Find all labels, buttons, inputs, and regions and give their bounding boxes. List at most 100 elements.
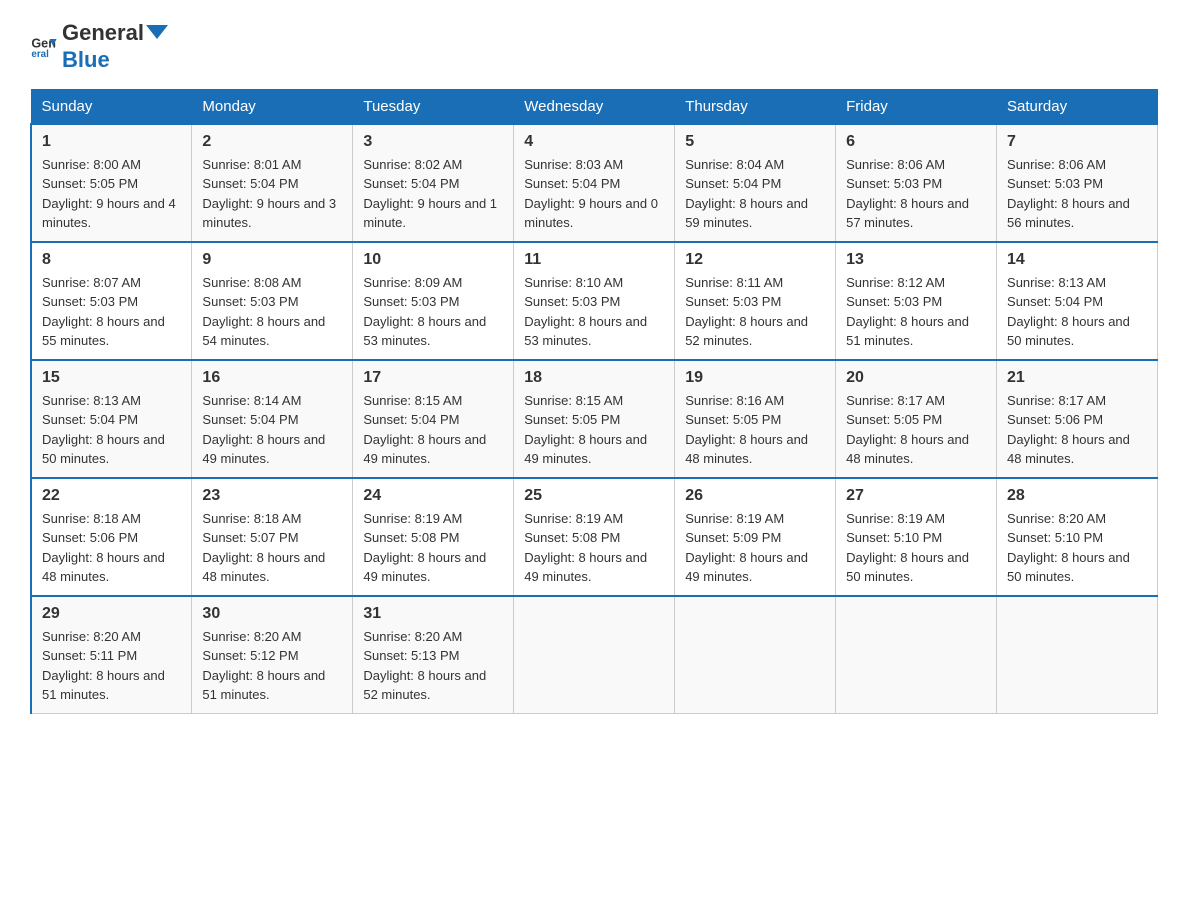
- day-number: 1: [42, 133, 181, 151]
- day-number: 7: [1007, 133, 1147, 151]
- header-wednesday: Wednesday: [514, 89, 675, 124]
- day-detail: Sunrise: 8:20 AM Sunset: 5:12 PM Dayligh…: [202, 627, 342, 705]
- calendar-header-row: SundayMondayTuesdayWednesdayThursdayFrid…: [31, 89, 1158, 124]
- calendar-cell: 13 Sunrise: 8:12 AM Sunset: 5:03 PM Dayl…: [836, 242, 997, 360]
- day-number: 3: [363, 133, 503, 151]
- day-detail: Sunrise: 8:09 AM Sunset: 5:03 PM Dayligh…: [363, 273, 503, 351]
- calendar-cell: 26 Sunrise: 8:19 AM Sunset: 5:09 PM Dayl…: [675, 478, 836, 596]
- calendar-cell: 9 Sunrise: 8:08 AM Sunset: 5:03 PM Dayli…: [192, 242, 353, 360]
- day-detail: Sunrise: 8:07 AM Sunset: 5:03 PM Dayligh…: [42, 273, 181, 351]
- day-detail: Sunrise: 8:01 AM Sunset: 5:04 PM Dayligh…: [202, 155, 342, 233]
- day-number: 15: [42, 369, 181, 387]
- calendar-cell: 29 Sunrise: 8:20 AM Sunset: 5:11 PM Dayl…: [31, 596, 192, 714]
- calendar-cell: 19 Sunrise: 8:16 AM Sunset: 5:05 PM Dayl…: [675, 360, 836, 478]
- calendar-cell: 23 Sunrise: 8:18 AM Sunset: 5:07 PM Dayl…: [192, 478, 353, 596]
- day-detail: Sunrise: 8:11 AM Sunset: 5:03 PM Dayligh…: [685, 273, 825, 351]
- day-number: 2: [202, 133, 342, 151]
- calendar-cell: 7 Sunrise: 8:06 AM Sunset: 5:03 PM Dayli…: [997, 124, 1158, 242]
- day-detail: Sunrise: 8:16 AM Sunset: 5:05 PM Dayligh…: [685, 391, 825, 469]
- day-detail: Sunrise: 8:20 AM Sunset: 5:10 PM Dayligh…: [1007, 509, 1147, 587]
- day-number: 27: [846, 487, 986, 505]
- calendar-cell: 5 Sunrise: 8:04 AM Sunset: 5:04 PM Dayli…: [675, 124, 836, 242]
- calendar-cell: 4 Sunrise: 8:03 AM Sunset: 5:04 PM Dayli…: [514, 124, 675, 242]
- calendar-cell: 18 Sunrise: 8:15 AM Sunset: 5:05 PM Dayl…: [514, 360, 675, 478]
- calendar-cell: 1 Sunrise: 8:00 AM Sunset: 5:05 PM Dayli…: [31, 124, 192, 242]
- day-number: 8: [42, 251, 181, 269]
- calendar-week-row: 1 Sunrise: 8:00 AM Sunset: 5:05 PM Dayli…: [31, 124, 1158, 242]
- day-number: 23: [202, 487, 342, 505]
- day-number: 26: [685, 487, 825, 505]
- day-detail: Sunrise: 8:06 AM Sunset: 5:03 PM Dayligh…: [1007, 155, 1147, 233]
- calendar-cell: 28 Sunrise: 8:20 AM Sunset: 5:10 PM Dayl…: [997, 478, 1158, 596]
- calendar-cell: 16 Sunrise: 8:14 AM Sunset: 5:04 PM Dayl…: [192, 360, 353, 478]
- day-detail: Sunrise: 8:13 AM Sunset: 5:04 PM Dayligh…: [42, 391, 181, 469]
- day-detail: Sunrise: 8:17 AM Sunset: 5:05 PM Dayligh…: [846, 391, 986, 469]
- day-detail: Sunrise: 8:19 AM Sunset: 5:08 PM Dayligh…: [363, 509, 503, 587]
- day-detail: Sunrise: 8:04 AM Sunset: 5:04 PM Dayligh…: [685, 155, 825, 233]
- day-number: 9: [202, 251, 342, 269]
- calendar-cell: [836, 596, 997, 714]
- day-number: 5: [685, 133, 825, 151]
- logo: Gen eral General Blue: [30, 20, 168, 73]
- day-detail: Sunrise: 8:17 AM Sunset: 5:06 PM Dayligh…: [1007, 391, 1147, 469]
- calendar-cell: 17 Sunrise: 8:15 AM Sunset: 5:04 PM Dayl…: [353, 360, 514, 478]
- calendar-cell: 6 Sunrise: 8:06 AM Sunset: 5:03 PM Dayli…: [836, 124, 997, 242]
- day-number: 11: [524, 251, 664, 269]
- page-header: Gen eral General Blue: [30, 20, 1158, 73]
- day-number: 4: [524, 133, 664, 151]
- day-number: 29: [42, 605, 181, 623]
- day-detail: Sunrise: 8:06 AM Sunset: 5:03 PM Dayligh…: [846, 155, 986, 233]
- day-detail: Sunrise: 8:08 AM Sunset: 5:03 PM Dayligh…: [202, 273, 342, 351]
- calendar-cell: 15 Sunrise: 8:13 AM Sunset: 5:04 PM Dayl…: [31, 360, 192, 478]
- day-detail: Sunrise: 8:15 AM Sunset: 5:04 PM Dayligh…: [363, 391, 503, 469]
- day-number: 24: [363, 487, 503, 505]
- day-number: 30: [202, 605, 342, 623]
- calendar-cell: 30 Sunrise: 8:20 AM Sunset: 5:12 PM Dayl…: [192, 596, 353, 714]
- calendar-cell: [997, 596, 1158, 714]
- day-detail: Sunrise: 8:12 AM Sunset: 5:03 PM Dayligh…: [846, 273, 986, 351]
- calendar-cell: 12 Sunrise: 8:11 AM Sunset: 5:03 PM Dayl…: [675, 242, 836, 360]
- day-number: 17: [363, 369, 503, 387]
- day-number: 20: [846, 369, 986, 387]
- logo-blue: Blue: [62, 47, 110, 72]
- svg-text:eral: eral: [31, 50, 49, 61]
- day-detail: Sunrise: 8:19 AM Sunset: 5:08 PM Dayligh…: [524, 509, 664, 587]
- calendar-week-row: 22 Sunrise: 8:18 AM Sunset: 5:06 PM Dayl…: [31, 478, 1158, 596]
- day-number: 10: [363, 251, 503, 269]
- day-detail: Sunrise: 8:19 AM Sunset: 5:09 PM Dayligh…: [685, 509, 825, 587]
- day-number: 21: [1007, 369, 1147, 387]
- day-detail: Sunrise: 8:10 AM Sunset: 5:03 PM Dayligh…: [524, 273, 664, 351]
- calendar-cell: 31 Sunrise: 8:20 AM Sunset: 5:13 PM Dayl…: [353, 596, 514, 714]
- header-saturday: Saturday: [997, 89, 1158, 124]
- calendar-week-row: 15 Sunrise: 8:13 AM Sunset: 5:04 PM Dayl…: [31, 360, 1158, 478]
- day-detail: Sunrise: 8:00 AM Sunset: 5:05 PM Dayligh…: [42, 155, 181, 233]
- calendar-cell: 25 Sunrise: 8:19 AM Sunset: 5:08 PM Dayl…: [514, 478, 675, 596]
- logo-triangle: [146, 25, 168, 47]
- calendar-cell: 11 Sunrise: 8:10 AM Sunset: 5:03 PM Dayl…: [514, 242, 675, 360]
- day-number: 31: [363, 605, 503, 623]
- day-detail: Sunrise: 8:15 AM Sunset: 5:05 PM Dayligh…: [524, 391, 664, 469]
- day-detail: Sunrise: 8:18 AM Sunset: 5:06 PM Dayligh…: [42, 509, 181, 587]
- day-number: 12: [685, 251, 825, 269]
- day-detail: Sunrise: 8:18 AM Sunset: 5:07 PM Dayligh…: [202, 509, 342, 587]
- calendar-table: SundayMondayTuesdayWednesdayThursdayFrid…: [30, 89, 1158, 714]
- day-number: 18: [524, 369, 664, 387]
- day-detail: Sunrise: 8:13 AM Sunset: 5:04 PM Dayligh…: [1007, 273, 1147, 351]
- day-number: 16: [202, 369, 342, 387]
- day-number: 14: [1007, 251, 1147, 269]
- day-number: 25: [524, 487, 664, 505]
- day-detail: Sunrise: 8:03 AM Sunset: 5:04 PM Dayligh…: [524, 155, 664, 233]
- header-thursday: Thursday: [675, 89, 836, 124]
- calendar-cell: 10 Sunrise: 8:09 AM Sunset: 5:03 PM Dayl…: [353, 242, 514, 360]
- day-number: 13: [846, 251, 986, 269]
- calendar-week-row: 8 Sunrise: 8:07 AM Sunset: 5:03 PM Dayli…: [31, 242, 1158, 360]
- day-detail: Sunrise: 8:20 AM Sunset: 5:11 PM Dayligh…: [42, 627, 181, 705]
- calendar-cell: 2 Sunrise: 8:01 AM Sunset: 5:04 PM Dayli…: [192, 124, 353, 242]
- day-detail: Sunrise: 8:20 AM Sunset: 5:13 PM Dayligh…: [363, 627, 503, 705]
- logo-icon: Gen eral: [30, 32, 58, 60]
- calendar-cell: [514, 596, 675, 714]
- calendar-cell: [675, 596, 836, 714]
- day-number: 6: [846, 133, 986, 151]
- calendar-week-row: 29 Sunrise: 8:20 AM Sunset: 5:11 PM Dayl…: [31, 596, 1158, 714]
- calendar-cell: 20 Sunrise: 8:17 AM Sunset: 5:05 PM Dayl…: [836, 360, 997, 478]
